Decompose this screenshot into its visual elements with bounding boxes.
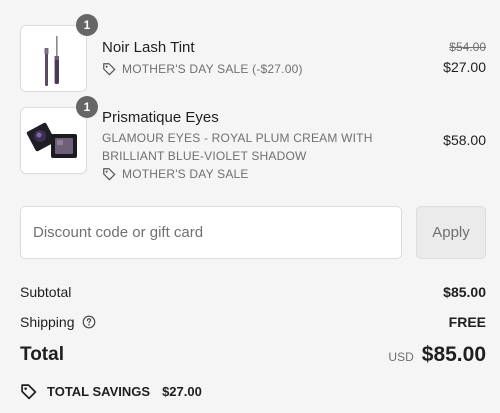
total-row: Total USD $85.00 bbox=[20, 343, 486, 367]
total-label: Total bbox=[20, 344, 64, 365]
discount-code-input[interactable] bbox=[20, 206, 402, 259]
discount-text: MOTHER'S DAY SALE bbox=[122, 167, 249, 181]
shipping-label: Shipping bbox=[20, 314, 75, 330]
line-item: 1 Prismatique Eyes GLAMOUR EYES - ROYAL … bbox=[20, 96, 488, 187]
product-thumbnail: 1 bbox=[20, 96, 98, 174]
eyeshadow-compact-image bbox=[26, 122, 77, 158]
discount-text: MOTHER'S DAY SALE (-$27.00) bbox=[122, 62, 303, 76]
discount-label: MOTHER'S DAY SALE (-$27.00) bbox=[102, 62, 303, 76]
currency-code: USD bbox=[388, 350, 414, 364]
tag-icon bbox=[21, 384, 37, 400]
discount-label: MOTHER'S DAY SALE bbox=[102, 167, 249, 181]
quantity-badge: 1 bbox=[76, 96, 98, 118]
subtotal-label: Subtotal bbox=[20, 284, 72, 300]
subtotal-row: Subtotal $85.00 bbox=[20, 284, 486, 300]
quantity-badge: 1 bbox=[76, 14, 98, 36]
total-savings: TOTAL SAVINGS $27.00 bbox=[20, 383, 202, 400]
subtotal-value: $85.00 bbox=[443, 284, 486, 300]
total-value: $85.00 bbox=[421, 343, 486, 366]
tag-icon bbox=[103, 63, 116, 76]
shipping-value: FREE bbox=[448, 314, 486, 330]
tag-icon bbox=[103, 168, 116, 181]
shipping-label-group: Shipping bbox=[20, 314, 96, 330]
line-item: 1 Noir Lash Tint MOTHER'S DAY SALE (-$27… bbox=[20, 14, 488, 92]
product-name: Prismatique Eyes bbox=[102, 109, 219, 126]
help-icon[interactable] bbox=[82, 315, 96, 329]
savings-value: $27.00 bbox=[162, 384, 202, 399]
apply-button[interactable]: Apply bbox=[416, 206, 486, 259]
product-name: Noir Lash Tint bbox=[102, 39, 195, 56]
shipping-row: Shipping FREE bbox=[20, 314, 486, 330]
item-price: $58.00 bbox=[443, 132, 486, 148]
product-thumbnail: 1 bbox=[20, 14, 98, 92]
total-amount-group: USD $85.00 bbox=[388, 343, 486, 367]
item-price: $27.00 bbox=[443, 59, 486, 75]
mascara-wand-image bbox=[44, 36, 59, 86]
discount-form: Apply bbox=[20, 206, 486, 260]
original-price: $54.00 bbox=[449, 40, 486, 54]
savings-label: TOTAL SAVINGS bbox=[47, 384, 151, 399]
product-variant: GLAMOUR EYES - ROYAL PLUM CREAM WITH BRI… bbox=[102, 131, 373, 163]
